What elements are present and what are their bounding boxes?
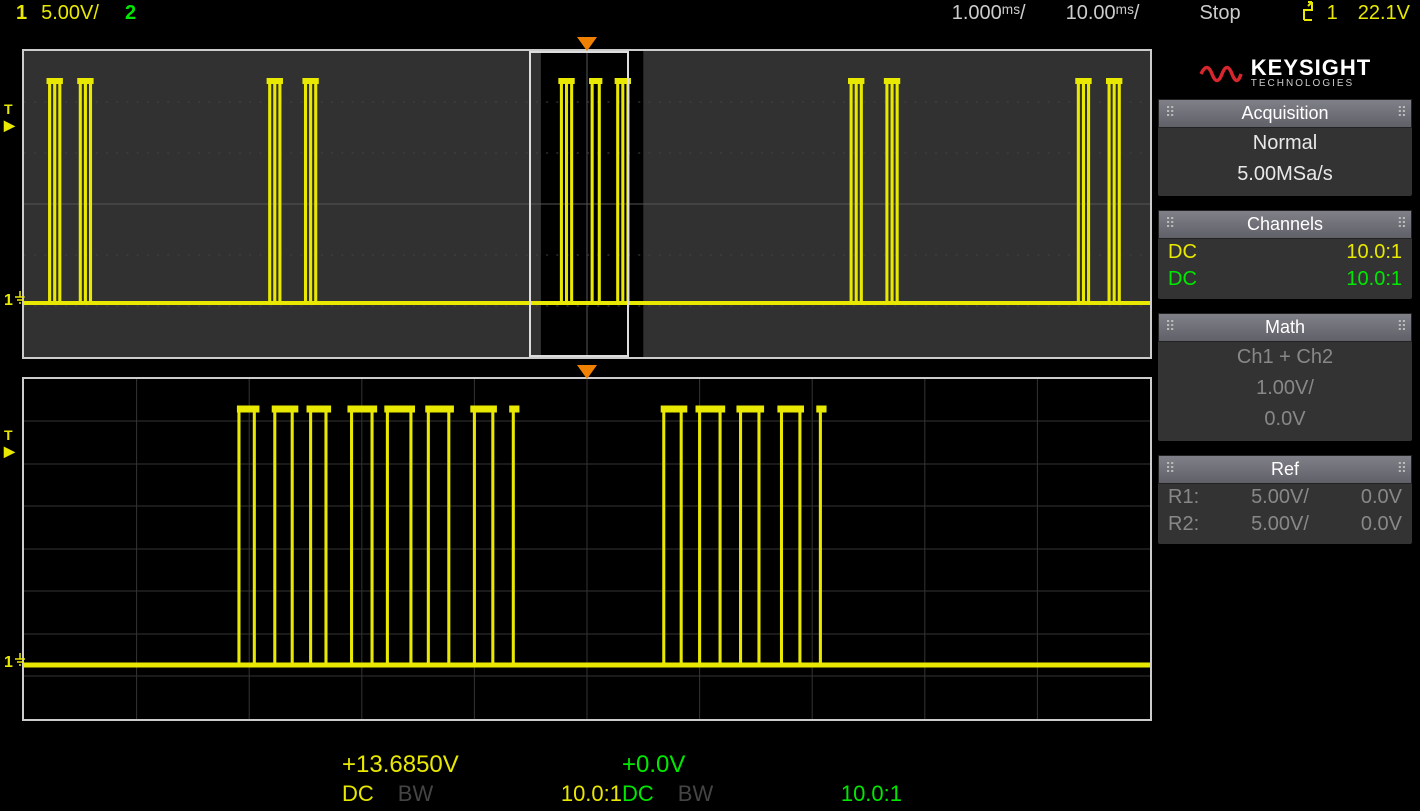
trigger-level[interactable]: 22.1V bbox=[1358, 2, 1410, 25]
math-offset: 0.0V bbox=[1158, 404, 1412, 435]
trigger-source[interactable]: 1 bbox=[1327, 2, 1338, 25]
ch1-coupling: DC bbox=[342, 781, 374, 807]
brand-logo: KEYSIGHT TECHNOLOGIES bbox=[1158, 49, 1412, 99]
ch1-vertical-scale[interactable]: 5.00V/ bbox=[41, 2, 99, 25]
acquisition-header: ⠿Acquisition⠿ bbox=[1158, 99, 1412, 128]
ch2-readout[interactable]: +0.0V DC BW 10.0:1 bbox=[622, 749, 902, 807]
ch2-voltage: +0.0V bbox=[622, 749, 902, 781]
timebase-zoom[interactable]: 1.000ᵐˢ/ bbox=[952, 2, 1026, 25]
ch1-bw-label: BW bbox=[398, 781, 433, 807]
ch2-settings-row[interactable]: DC 10.0:1 bbox=[1158, 266, 1412, 293]
ch1-voltage: +13.6850V bbox=[342, 749, 622, 781]
math-scale: 1.00V/ bbox=[1158, 373, 1412, 404]
channels-panel[interactable]: ⠿Channels⠿ DC 10.0:1 DC 10.0:1 bbox=[1158, 210, 1412, 299]
run-state[interactable]: Stop bbox=[1199, 2, 1240, 25]
waveform-area: T▶ 1 bbox=[0, 27, 1158, 811]
ch1-ratio: 10.0:1 bbox=[1346, 241, 1402, 264]
ref2-row[interactable]: R2: 5.00V/ 0.0V bbox=[1158, 511, 1412, 538]
main-waveform-panel[interactable]: T▶ 1 bbox=[22, 49, 1152, 359]
math-header: ⠿Math⠿ bbox=[1158, 313, 1412, 342]
ref-header: ⠿Ref⠿ bbox=[1158, 455, 1412, 484]
ch2-indicator[interactable]: 2 bbox=[119, 2, 142, 25]
ch1-settings-row[interactable]: DC 10.0:1 bbox=[1158, 239, 1412, 266]
ch1-coupling: DC bbox=[1168, 241, 1197, 264]
ch1-indicator[interactable]: 1 bbox=[10, 2, 33, 25]
zoom-window-outline[interactable] bbox=[529, 51, 629, 357]
acquisition-rate: 5.00MSa/s bbox=[1158, 159, 1412, 190]
trigger-level-marker: T▶ bbox=[4, 427, 15, 460]
sidebar: KEYSIGHT TECHNOLOGIES ⠿Acquisition⠿ Norm… bbox=[1158, 27, 1420, 811]
keysight-wave-icon bbox=[1199, 59, 1243, 89]
trigger-position-marker-icon bbox=[577, 365, 597, 379]
channel-readout-bar: +13.6850V DC BW 10.0:1 +0.0V DC BW 10.0:… bbox=[22, 739, 1152, 807]
ch2-coupling: DC bbox=[622, 781, 654, 807]
ch2-probe-ratio: 10.0:1 bbox=[841, 781, 902, 807]
zoom-waveform-panel[interactable]: T▶ 1 bbox=[22, 377, 1152, 721]
ch2-bw-label: BW bbox=[678, 781, 713, 807]
zoom-waveform-trace bbox=[24, 379, 1150, 719]
ref1-row[interactable]: R1: 5.00V/ 0.0V bbox=[1158, 484, 1412, 511]
channels-header: ⠿Channels⠿ bbox=[1158, 210, 1412, 239]
trigger-edge-icon[interactable] bbox=[1301, 0, 1315, 27]
trigger-level-marker: T▶ bbox=[4, 101, 15, 134]
ch2-coupling: DC bbox=[1168, 268, 1197, 291]
acquisition-mode: Normal bbox=[1158, 128, 1412, 159]
ch1-readout[interactable]: +13.6850V DC BW 10.0:1 bbox=[342, 749, 622, 807]
top-status-bar: 1 5.00V/ 2 1.000ᵐˢ/ 10.00ᵐˢ/ Stop 1 22.1… bbox=[0, 0, 1420, 27]
ch2-ratio: 10.0:1 bbox=[1346, 268, 1402, 291]
ch1-probe-ratio: 10.0:1 bbox=[561, 781, 622, 807]
math-expression: Ch1 + Ch2 bbox=[1158, 342, 1412, 373]
ref-panel[interactable]: ⠿Ref⠿ R1: 5.00V/ 0.0V R2: 5.00V/ 0.0V bbox=[1158, 455, 1412, 544]
trigger-position-marker-icon bbox=[577, 37, 597, 51]
math-panel[interactable]: ⠿Math⠿ Ch1 + Ch2 1.00V/ 0.0V bbox=[1158, 313, 1412, 441]
acquisition-panel[interactable]: ⠿Acquisition⠿ Normal 5.00MSa/s bbox=[1158, 99, 1412, 196]
timebase-main[interactable]: 10.00ᵐˢ/ bbox=[1066, 2, 1140, 25]
